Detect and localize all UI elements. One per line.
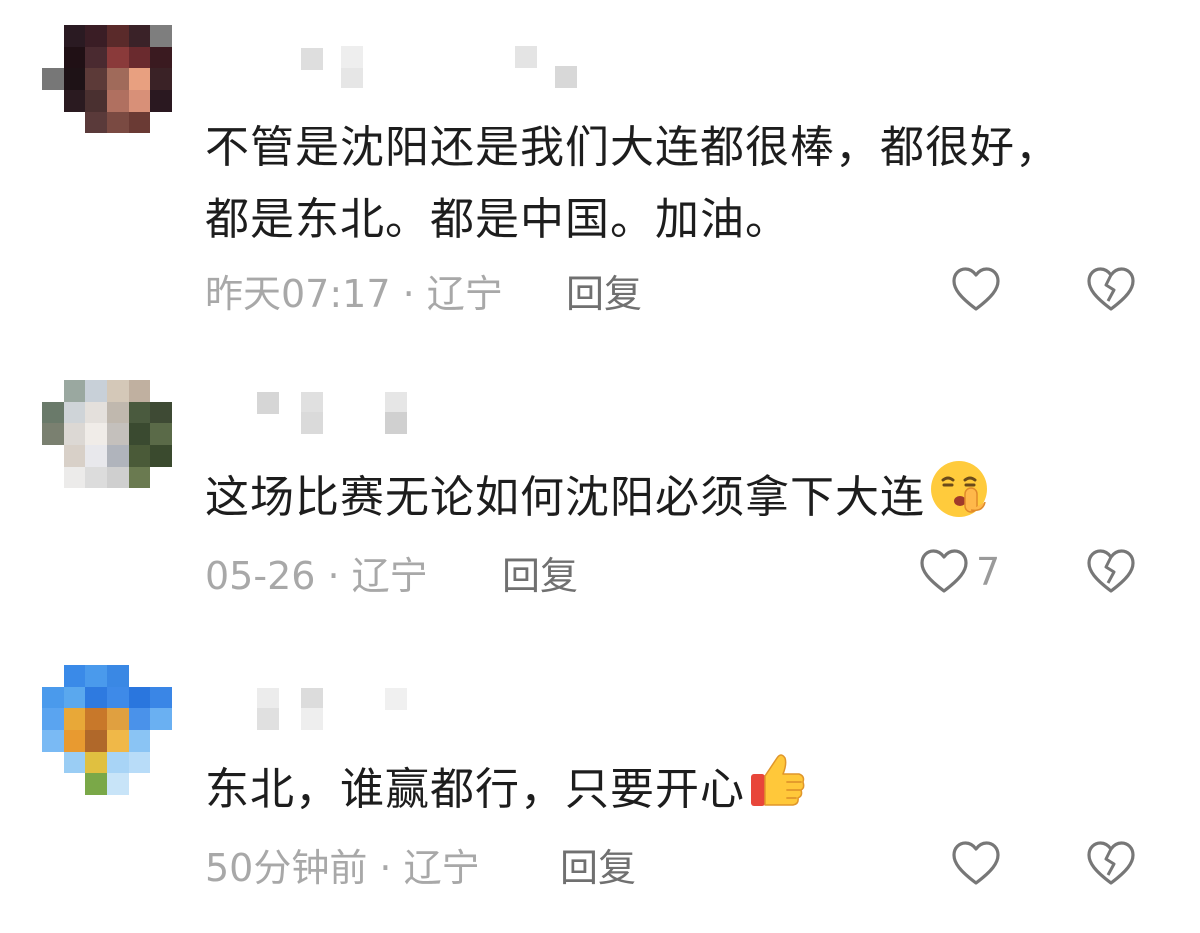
comment-text: 不管是沈阳还是我们大连都很棒，都很好， 都是东北。都是中国。加油。 [205, 122, 1060, 245]
comment-item: 东北，谁赢都行，只要开心 50分钟前 · 辽宁 回复 [0, 630, 1200, 930]
reply-button[interactable]: 回复 [502, 552, 578, 600]
reply-button[interactable]: 回复 [560, 844, 636, 892]
shushing-face-emoji [927, 458, 995, 542]
username[interactable] [255, 44, 595, 88]
dislike-button[interactable] [1085, 546, 1137, 598]
dislike-button[interactable] [1085, 264, 1137, 316]
comment-text: 这场比赛无论如何沈阳必须拿下大连 [205, 458, 1165, 542]
comment-item: 这场比赛无论如何沈阳必须拿下大连 05-26 · 辽宁 回复 7 [0, 340, 1200, 620]
like-button[interactable] [950, 264, 1002, 316]
username[interactable] [255, 686, 595, 730]
username[interactable] [255, 390, 595, 434]
like-count: 7 [976, 550, 1001, 594]
broken-heart-icon [1087, 841, 1135, 885]
heart-icon [920, 549, 968, 593]
thumbs-up-emoji [747, 750, 809, 834]
heart-icon [952, 267, 1000, 311]
avatar[interactable] [42, 665, 172, 795]
broken-heart-icon [1087, 549, 1135, 593]
heart-icon [952, 841, 1000, 885]
comment-meta: 50分钟前 · 辽宁 [205, 846, 480, 890]
avatar[interactable] [42, 380, 172, 510]
like-button[interactable]: 7 [918, 546, 1000, 598]
comment-text: 东北，谁赢都行，只要开心 [205, 750, 1165, 834]
comment-item: 不管是沈阳还是我们大连都很棒，都很好， 都是东北。都是中国。加油。 昨天07:1… [0, 0, 1200, 340]
like-button[interactable] [950, 838, 1002, 890]
comment-meta: 05-26 · 辽宁 [205, 554, 428, 598]
reply-button[interactable]: 回复 [566, 270, 642, 318]
comment-meta: 昨天07:17 · 辽宁 [205, 272, 503, 316]
broken-heart-icon [1087, 267, 1135, 311]
dislike-button[interactable] [1085, 838, 1137, 890]
avatar[interactable] [42, 25, 172, 155]
